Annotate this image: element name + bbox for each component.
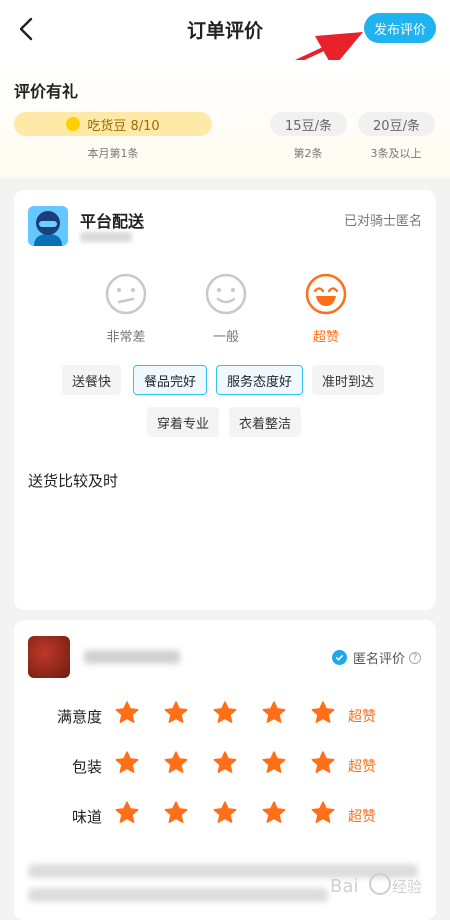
rider-name: 平台配送 [80,212,145,231]
blurred-dish-name [84,650,180,664]
reward-tier-sub: 本月第1条 [87,147,139,160]
publish-button[interactable]: 发布评价 [364,13,436,43]
tag-good-service[interactable]: 服务态度好 [216,365,304,395]
star-icon[interactable] [310,800,336,826]
face-label: 一般 [212,330,239,345]
tag-neat-clothing[interactable]: 衣着整洁 [229,407,302,437]
star-icon[interactable] [114,750,140,776]
face-very-bad[interactable]: 非常差 [104,272,148,345]
anonymous-label: 匿名评价 [353,652,406,667]
star-icon[interactable] [212,800,238,826]
blurred-dish-comment [28,888,328,902]
rating-row-packaging: 包装 超赞 [14,750,436,780]
svg-text:经验: 经验 [392,878,422,896]
bean-icon [66,117,81,131]
star-icon[interactable] [212,750,238,776]
reward-tier-1: 吃货豆 8/10 [14,112,212,136]
avatar [28,206,68,246]
rating-row-taste: 味道 超赞 [14,800,436,830]
rider-helmet-icon [28,206,68,246]
star-rating[interactable] [114,750,359,776]
rating-text: 超赞 [348,809,376,825]
rating-text: 超赞 [348,709,376,725]
reward-tier-3: 20豆/条 [358,112,435,136]
star-icon[interactable] [310,700,336,726]
star-icon[interactable] [212,700,238,726]
star-icon[interactable] [261,800,287,826]
star-rating[interactable] [114,700,359,726]
reward-section: 评价有礼 吃货豆 8/10 15豆/条 20豆/条 本月第1条 第2条 3条及以… [0,60,450,178]
face-label: 超赞 [312,330,339,345]
star-icon[interactable] [163,800,189,826]
tag-professional-attire[interactable]: 穿着专业 [147,407,220,437]
star-icon[interactable] [114,800,140,826]
tag-food-intact[interactable]: 餐品完好 [133,365,208,395]
svg-text:Bai: Bai [330,876,358,897]
rating-label: 味道 [71,808,102,826]
face-excellent[interactable]: 超赞 [304,272,348,345]
dish-thumbnail [28,636,70,678]
star-icon[interactable] [163,700,189,726]
tag-on-time[interactable]: 准时到达 [312,365,385,395]
star-icon[interactable] [163,750,189,776]
meh-face-icon [105,273,147,315]
watermark-logo: Bai 经验 [330,873,422,897]
reward-title: 评价有礼 [14,82,79,101]
reward-tier-2: 15豆/条 [270,112,347,136]
blurred-rider-id [80,232,132,242]
checkmark-icon [332,650,347,665]
star-icon[interactable] [310,750,336,776]
star-icon[interactable] [261,750,287,776]
rating-row-satisfaction: 满意度 超赞 [14,700,436,730]
tag-fast-delivery[interactable]: 送餐快 [62,365,122,395]
star-icon[interactable] [114,700,140,726]
rider-rating-card: 平台配送 已对骑士匿名 非常差 一般 超赞 送餐快 餐品完好 服务态度好 准时到… [14,190,436,610]
rating-text: 超赞 [348,759,376,775]
laugh-face-icon [305,273,347,315]
anonymous-note: 已对骑士匿名 [343,214,422,229]
face-label: 非常差 [106,330,146,345]
rider-comment-text[interactable]: 送货比较及时 [28,470,118,491]
rating-label: 满意度 [56,708,102,726]
reward-tier-label: 吃货豆 8/10 [87,118,160,134]
face-average[interactable]: 一般 [204,272,248,345]
star-rating[interactable] [114,800,359,826]
anonymous-toggle[interactable]: 匿名评价 ? [332,648,422,667]
star-icon[interactable] [261,700,287,726]
help-icon[interactable]: ? [409,651,422,664]
rating-label: 包装 [71,758,102,776]
smile-face-icon [205,273,247,315]
reward-tier-sub: 3条及以上 [370,147,422,160]
